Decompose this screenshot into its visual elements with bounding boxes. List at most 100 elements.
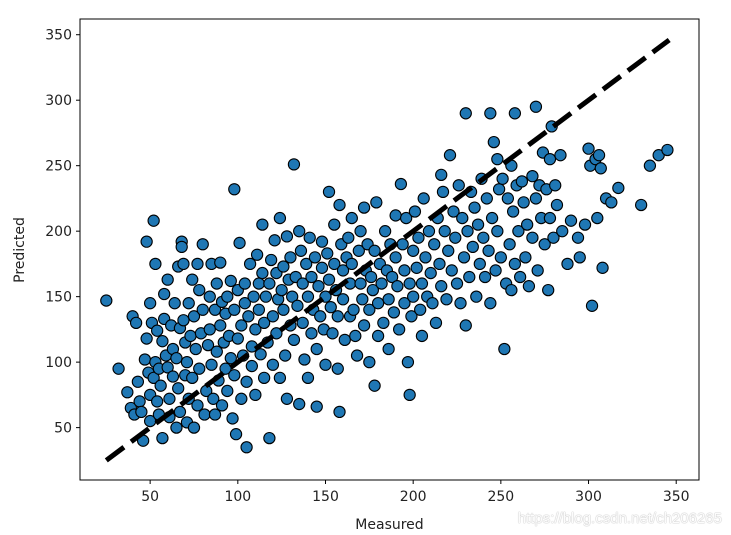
data-point — [478, 270, 492, 284]
data-point — [505, 283, 518, 297]
data-point — [226, 412, 239, 425]
data-point — [398, 264, 411, 277]
data-point — [522, 280, 536, 293]
data-point — [422, 225, 436, 238]
data-point — [291, 299, 304, 312]
data-point — [287, 158, 301, 171]
data-point — [315, 261, 329, 274]
data-point — [394, 177, 408, 191]
data-point — [564, 214, 578, 227]
data-point — [210, 277, 223, 290]
data-point — [440, 293, 453, 306]
data-point — [193, 283, 206, 297]
data-point — [356, 293, 369, 306]
data-point — [214, 256, 227, 269]
reference-line-layer — [104, 37, 671, 463]
data-point — [585, 299, 599, 312]
data-point — [407, 290, 420, 303]
data-point — [140, 332, 153, 345]
data-point — [596, 261, 609, 274]
data-point — [266, 310, 280, 323]
data-point — [445, 264, 458, 277]
data-point — [263, 431, 276, 445]
data-point — [370, 196, 383, 209]
data-point — [168, 297, 181, 310]
data-point — [438, 225, 451, 238]
data-point — [273, 371, 287, 384]
data-point — [363, 355, 376, 369]
x-tick-label: 50 — [141, 489, 159, 505]
data-point — [294, 244, 308, 257]
y-axis: 50 100 150 200 250 300 350 — [45, 28, 80, 437]
data-point — [550, 198, 564, 212]
x-tick-label: 150 — [312, 489, 339, 505]
data-point — [336, 293, 350, 306]
data-point — [163, 392, 176, 405]
x-tick-label: 100 — [224, 489, 251, 505]
data-point — [459, 107, 472, 120]
data-point — [407, 244, 420, 257]
data-point — [473, 257, 486, 271]
data-point — [661, 143, 674, 157]
data-point — [205, 358, 218, 371]
data-point — [382, 293, 395, 306]
data-point — [263, 277, 276, 290]
data-point — [463, 270, 476, 284]
data-point — [382, 342, 395, 356]
data-point — [612, 181, 625, 195]
data-point — [396, 238, 409, 251]
data-point — [643, 159, 657, 172]
data-point — [484, 107, 497, 120]
data-point — [489, 264, 502, 277]
data-point — [250, 248, 264, 261]
data-point — [471, 218, 485, 231]
data-point — [264, 253, 278, 267]
data-point — [487, 135, 500, 149]
data-point — [529, 100, 543, 113]
data-point — [350, 349, 364, 362]
data-point — [450, 277, 464, 290]
data-point — [198, 408, 211, 421]
data-point — [429, 316, 443, 329]
data-point — [287, 333, 301, 347]
data-point — [245, 359, 258, 373]
data-point — [457, 251, 471, 264]
data-point — [196, 238, 209, 251]
data-point — [240, 375, 253, 388]
data-point — [592, 149, 606, 162]
data-point — [231, 332, 244, 345]
data-point — [100, 294, 113, 307]
data-point — [319, 358, 332, 371]
data-point — [252, 303, 266, 316]
data-point — [466, 240, 479, 254]
data-point — [154, 379, 167, 392]
x-tick-label: 200 — [400, 489, 427, 505]
data-point — [308, 251, 322, 264]
data-point — [221, 290, 234, 303]
data-point — [331, 362, 344, 375]
data-point — [182, 297, 195, 310]
data-point — [229, 428, 243, 441]
x-tick-label: 350 — [663, 489, 690, 505]
data-point — [392, 323, 406, 336]
data-point — [543, 152, 557, 166]
data-point — [515, 175, 529, 188]
data-point — [554, 149, 567, 162]
data-point — [112, 362, 125, 375]
data-point — [172, 382, 185, 395]
data-point — [131, 375, 145, 388]
data-point — [389, 251, 402, 264]
data-point — [519, 251, 532, 264]
data-point — [328, 218, 341, 231]
data-point — [173, 405, 187, 419]
data-point — [293, 397, 306, 411]
data-point — [186, 273, 199, 286]
data-point — [377, 316, 390, 329]
data-point — [322, 185, 336, 199]
data-point — [468, 201, 481, 214]
data-point — [436, 185, 450, 199]
data-point — [252, 277, 266, 290]
data-point — [279, 349, 292, 362]
data-point — [414, 303, 427, 316]
data-point — [435, 168, 448, 181]
